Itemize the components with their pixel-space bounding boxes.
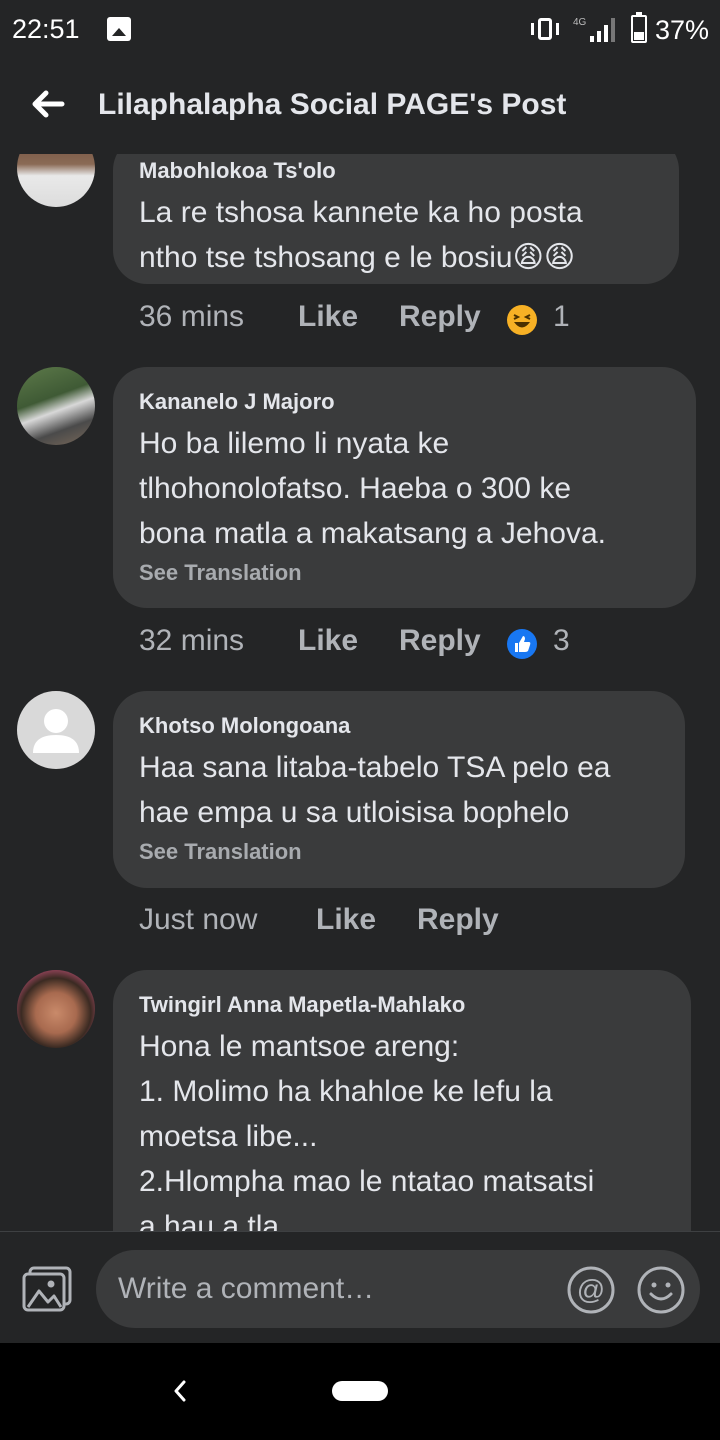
comment-line: Hona le mantsoe areng: bbox=[139, 1030, 460, 1063]
battery-icon bbox=[631, 12, 647, 43]
reaction-count: 3 bbox=[553, 624, 570, 657]
avatar[interactable] bbox=[17, 154, 95, 207]
comment-time: 32 mins bbox=[139, 624, 245, 657]
avatar[interactable] bbox=[17, 970, 95, 1048]
comment-line: hae empa u sa utloisisa bophelo bbox=[139, 796, 570, 829]
laugh-reaction-icon[interactable] bbox=[506, 304, 538, 336]
photo-icon[interactable] bbox=[21, 1265, 73, 1313]
comment-text: Hona le mantsoe areng: 1. Molimo ha khah… bbox=[139, 1024, 665, 1231]
reply-button[interactable]: Reply bbox=[399, 300, 481, 334]
avatar[interactable] bbox=[17, 367, 95, 445]
like-reaction-icon[interactable] bbox=[506, 628, 538, 660]
comment-composer: @ bbox=[0, 1231, 720, 1343]
comment-line: La re tshosa kannete ka ho posta bbox=[139, 196, 583, 229]
comment-line: a hau a tla... bbox=[139, 1210, 305, 1231]
comment-line: bona matla a makatsang a Jehova. bbox=[139, 517, 606, 550]
comment-author[interactable]: Mabohlokoa Ts'olo bbox=[139, 158, 653, 184]
comment-bubble: Kananelo J Majoro Ho ba lilemo li nyata … bbox=[113, 367, 696, 608]
network-type: 4G bbox=[573, 17, 587, 28]
battery-percent: 37% bbox=[655, 15, 710, 45]
comment-time: 36 mins bbox=[139, 300, 245, 333]
comment-author[interactable]: Kananelo J Majoro bbox=[139, 389, 670, 415]
comment-text: Haa sana litaba-tabelo TSA pelo ea hae e… bbox=[139, 745, 659, 835]
default-profile-icon bbox=[33, 709, 79, 753]
comments-list: Mabohlokoa Ts'olo La re tshosa kannete k… bbox=[0, 154, 720, 1231]
like-button[interactable]: Like bbox=[316, 903, 376, 937]
comment-text: Ho ba lilemo li nyata ke tlhohonolofatso… bbox=[139, 421, 670, 556]
comment-time: Just now bbox=[139, 903, 258, 936]
comment-text: La re tshosa kannete ka ho posta ntho ts… bbox=[139, 190, 653, 280]
mention-icon[interactable]: @ bbox=[566, 1265, 616, 1315]
comment-line: Ho ba lilemo li nyata ke bbox=[139, 427, 450, 460]
comment-author[interactable]: Khotso Molongoana bbox=[139, 713, 659, 739]
comment-line: Haa sana litaba-tabelo TSA pelo ea bbox=[139, 751, 611, 784]
status-bar: 22:51 4G 37% bbox=[0, 0, 720, 62]
back-arrow-icon[interactable] bbox=[28, 84, 68, 124]
reaction-count: 1 bbox=[553, 300, 570, 333]
comment-line: 2.Hlompha mao le ntatao matsatsi bbox=[139, 1165, 595, 1198]
gallery-notification-icon bbox=[107, 17, 131, 41]
system-nav-bar bbox=[0, 1343, 720, 1440]
emoji-icon[interactable] bbox=[636, 1265, 686, 1315]
reply-button[interactable]: Reply bbox=[417, 903, 499, 937]
comment-bubble: Twingirl Anna Mapetla-Mahlako Hona le ma… bbox=[113, 970, 691, 1231]
status-time: 22:51 bbox=[12, 14, 80, 44]
nav-back-icon[interactable] bbox=[168, 1377, 192, 1405]
comment-bubble: Khotso Molongoana Haa sana litaba-tabelo… bbox=[113, 691, 685, 888]
reply-button[interactable]: Reply bbox=[399, 624, 481, 658]
comment-line: 1. Molimo ha khahloe ke lefu la bbox=[139, 1075, 553, 1108]
like-button[interactable]: Like bbox=[298, 624, 358, 658]
comment-bubble: Mabohlokoa Ts'olo La re tshosa kannete k… bbox=[113, 154, 679, 284]
nav-home-pill[interactable] bbox=[332, 1381, 388, 1401]
app-header: Lilaphalapha Social PAGE's Post bbox=[0, 62, 720, 154]
avatar[interactable] bbox=[17, 691, 95, 769]
see-translation-link[interactable]: See Translation bbox=[139, 560, 670, 586]
vibrate-icon bbox=[530, 16, 560, 42]
comment-line: ntho tse tshosang e le bosiu😩😩 bbox=[139, 241, 576, 274]
comment-line: tlhohonolofatso. Haeba o 300 ke bbox=[139, 472, 571, 505]
signal-icon bbox=[590, 18, 620, 42]
like-button[interactable]: Like bbox=[298, 300, 358, 334]
page-title: Lilaphalapha Social PAGE's Post bbox=[98, 88, 567, 121]
svg-text:@: @ bbox=[577, 1274, 605, 1305]
see-translation-link[interactable]: See Translation bbox=[139, 839, 659, 865]
comment-author[interactable]: Twingirl Anna Mapetla-Mahlako bbox=[139, 992, 665, 1018]
comment-line: moetsa libe... bbox=[139, 1120, 318, 1153]
